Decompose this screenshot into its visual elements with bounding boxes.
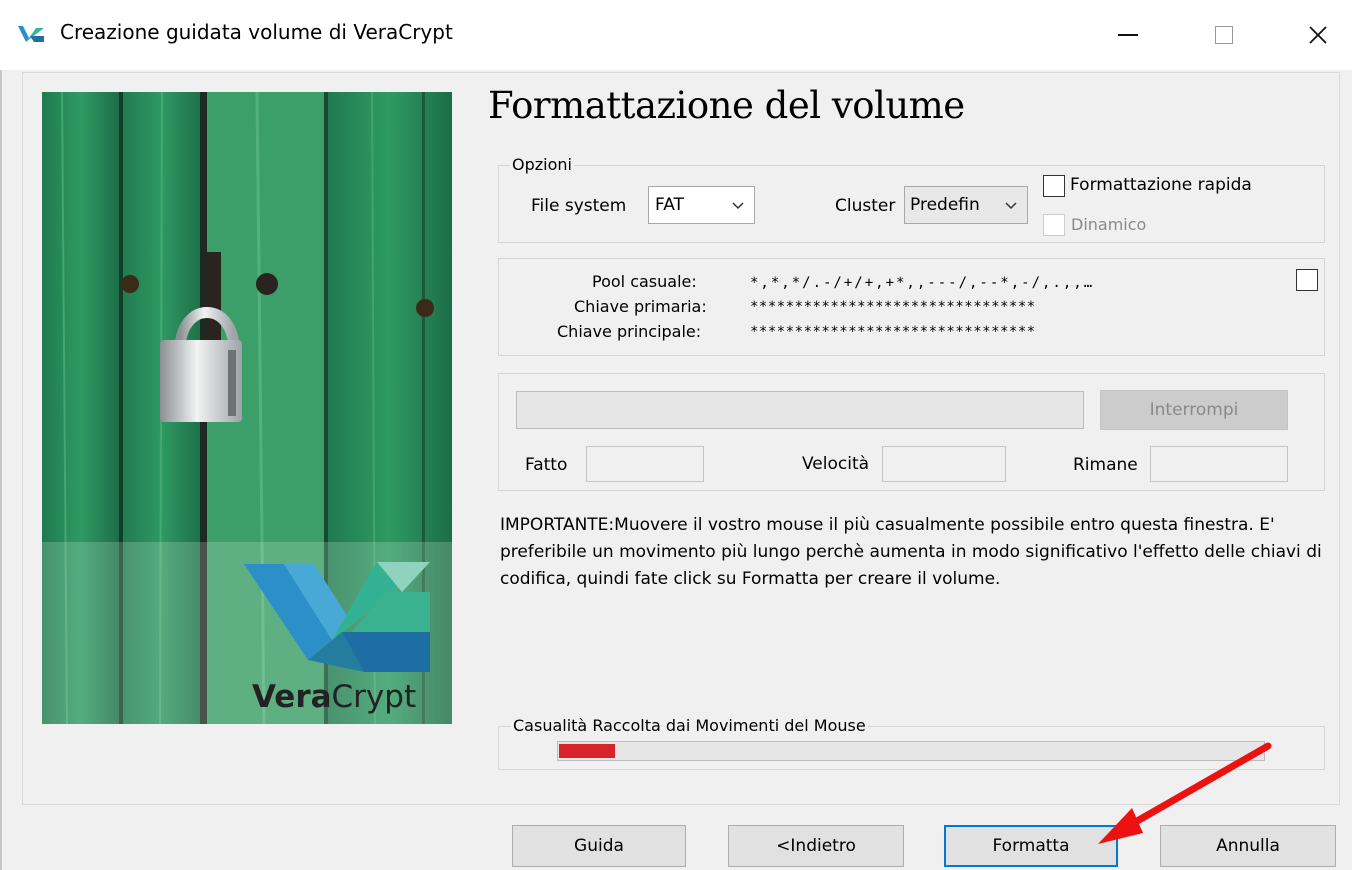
arrow-head-icon	[1098, 808, 1143, 844]
annotation-arrow	[1098, 742, 1272, 844]
